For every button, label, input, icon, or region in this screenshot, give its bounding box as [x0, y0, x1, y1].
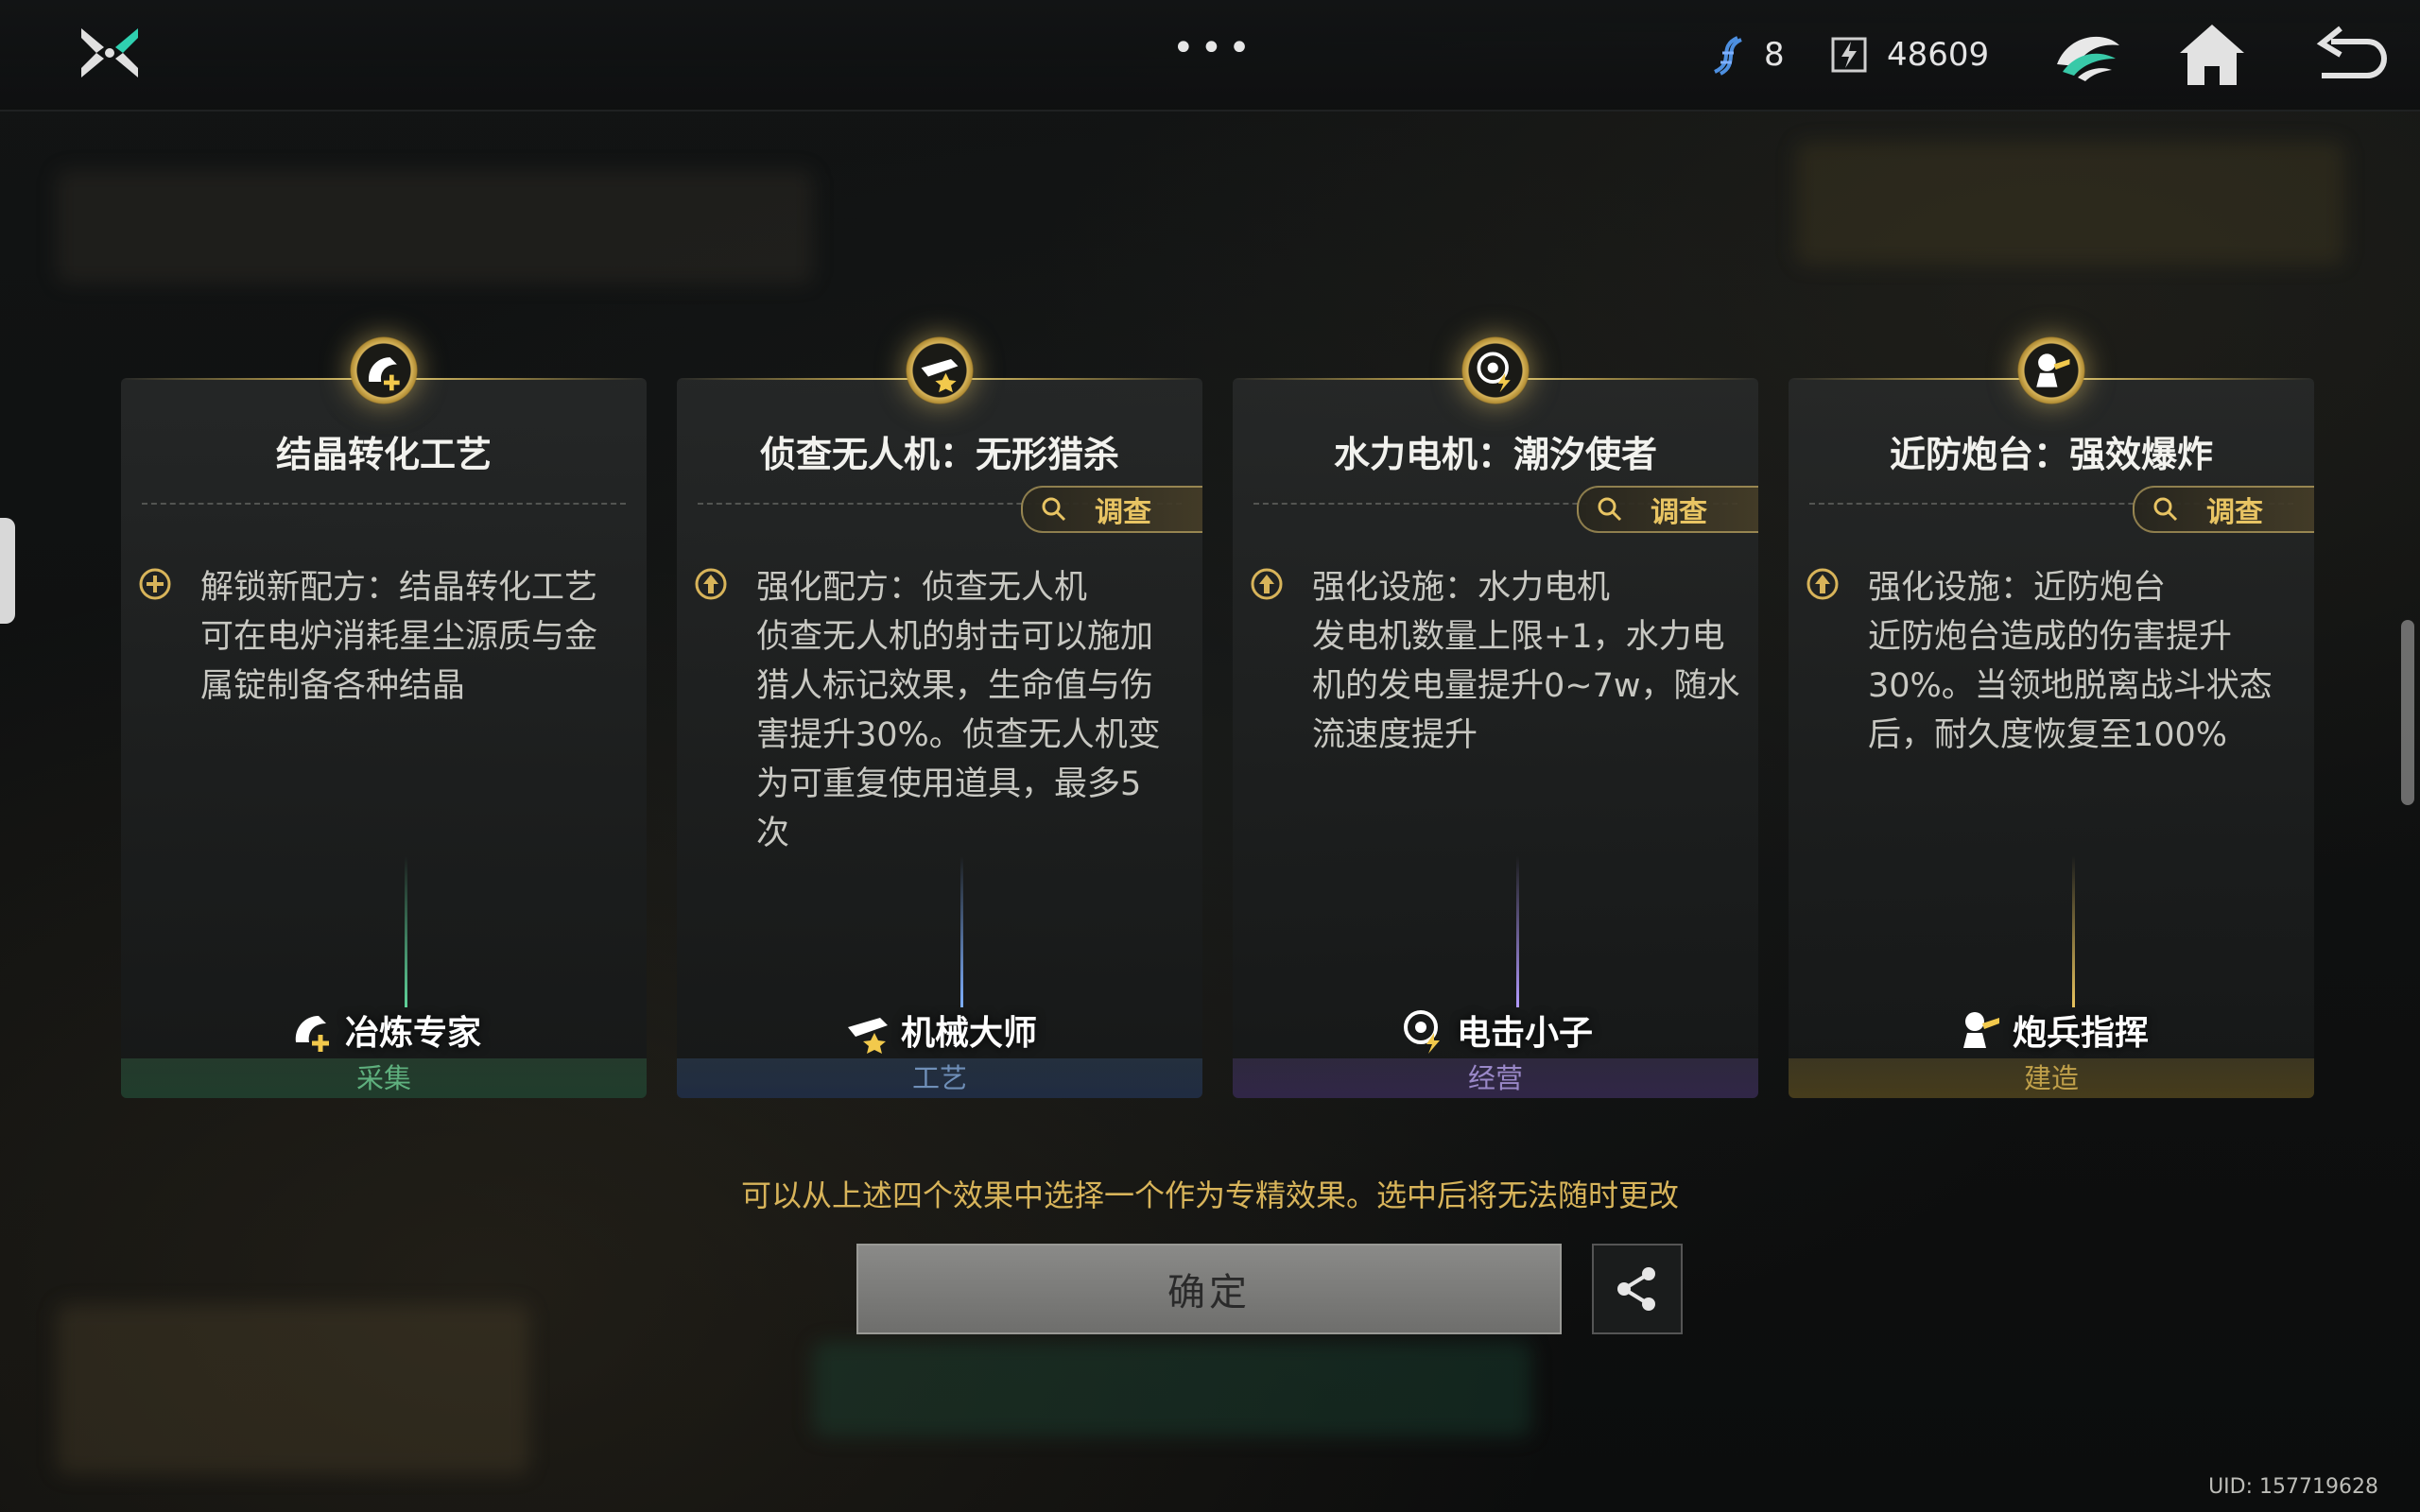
specialization-card[interactable]: 水力电机：潮汐使者 调查 强化设施：水力电机 发电机数量上限+1，水力电 机的发… — [1233, 378, 1758, 1098]
specialization-card[interactable]: 近防炮台：强效爆炸 调查 强化设施：近防炮台 近防炮台造成的伤害提升 30%。当… — [1789, 378, 2314, 1098]
effect-description: 强化设施：水力电机 发电机数量上限+1，水力电 机的发电量提升0~7w，随水 流… — [1312, 569, 1740, 754]
side-drawer-handle[interactable] — [0, 518, 15, 624]
card-emblem — [906, 336, 974, 404]
resource-dna: 8 — [1707, 28, 1785, 81]
smelting-expert-icon — [369, 357, 400, 391]
dna-icon — [1714, 36, 1742, 76]
confirm-button[interactable]: 确定 — [856, 1244, 1562, 1334]
specialist-name: 炮兵指挥 — [2012, 1014, 2149, 1053]
upgrade-arrow-icon — [695, 568, 727, 600]
dna-count: 8 — [1764, 36, 1785, 74]
specialization-card[interactable]: 侦查无人机：无形猎杀 调查 强化配方：侦查无人机 侦查无人机的射击可以施加 猎人… — [677, 378, 1202, 1098]
specialist-light-beam — [960, 856, 963, 1007]
category-label: 采集 — [121, 1058, 647, 1098]
electric-kid-icon — [1403, 1010, 1440, 1054]
upgrade-arrow-icon — [1806, 568, 1839, 600]
more-options-button[interactable]: ••• — [1172, 26, 1256, 70]
category-label: 建造 — [1789, 1058, 2314, 1098]
scrollbar[interactable] — [2401, 620, 2414, 805]
specialization-card[interactable]: 结晶转化工艺 解锁新配方：结晶转化工艺 可在电炉消耗星尘源质与金 属锭制备各种结… — [121, 378, 647, 1098]
card-title: 结晶转化工艺 — [275, 434, 492, 475]
user-id: UID: 157719628 — [2208, 1475, 2378, 1499]
share-icon — [1617, 1267, 1655, 1311]
share-button[interactable] — [1592, 1244, 1683, 1334]
magnifier-icon — [1598, 497, 1622, 522]
app-logo-icon[interactable] — [76, 19, 144, 87]
top-bar: ••• 8 48609 — [0, 0, 2420, 112]
specialist-light-beam — [405, 856, 407, 1007]
effect-description: 强化配方：侦查无人机 侦查无人机的射击可以施加 猎人标记效果，生命值与伤 害提升… — [756, 569, 1161, 852]
card-emblem — [2017, 336, 2085, 404]
specialist-label: 冶炼专家 — [121, 1002, 647, 1058]
specialist-label: 机械大师 — [677, 1002, 1202, 1058]
card-title: 侦查无人机：无形猎杀 — [759, 434, 1119, 475]
investigate-button[interactable]: 调查 — [1021, 486, 1202, 533]
magnifier-icon — [1042, 497, 1066, 522]
specialist-name: 机械大师 — [900, 1014, 1037, 1053]
specialist-label: 炮兵指挥 — [1789, 1002, 2314, 1058]
investigate-label: 调查 — [1651, 496, 1707, 529]
mechanic-master-icon — [847, 1018, 888, 1054]
card-emblem — [350, 336, 418, 404]
investigate-button[interactable]: 调查 — [2133, 486, 2314, 533]
resource-energy: 48609 — [1830, 28, 1989, 81]
investigate-button[interactable]: 调查 — [1577, 486, 1758, 533]
card-title: 水力电机：潮汐使者 — [1333, 434, 1657, 475]
mechanic-master-icon — [921, 358, 959, 393]
specialist-name: 电击小子 — [1456, 1014, 1593, 1053]
category-label: 经营 — [1233, 1058, 1758, 1098]
electric-kid-icon — [1477, 352, 1511, 393]
upgrade-arrow-icon — [1251, 568, 1283, 600]
investigate-label: 调查 — [1095, 496, 1151, 529]
faction-emblem-icon[interactable] — [2049, 17, 2125, 93]
artillery-commander-icon — [1962, 1012, 1999, 1048]
specialist-light-beam — [2072, 856, 2075, 1007]
back-icon[interactable] — [2312, 17, 2388, 93]
home-icon[interactable] — [2174, 17, 2250, 93]
card-divider — [142, 503, 626, 505]
specialist-light-beam — [1516, 856, 1519, 1007]
selection-notice: 可以从上述四个效果中选择一个作为专精效果。选中后将无法随时更改 — [740, 1177, 1679, 1213]
effect-description: 强化设施：近防炮台 近防炮台造成的伤害提升 30%。当领地脱离战斗状态 后，耐久… — [1868, 569, 2273, 754]
card-title: 近防炮台：强效爆炸 — [1889, 434, 2213, 475]
artillery-commander-icon — [2036, 353, 2070, 387]
smelting-expert-icon — [295, 1016, 329, 1052]
card-emblem — [1461, 336, 1530, 404]
magnifier-icon — [2153, 497, 2178, 522]
energy-icon — [1831, 37, 1867, 73]
energy-count: 48609 — [1887, 36, 1990, 74]
investigate-label: 调查 — [2206, 496, 2263, 529]
effect-description: 解锁新配方：结晶转化工艺 可在电炉消耗星尘源质与金 属锭制备各种结晶 — [200, 569, 598, 705]
category-label: 工艺 — [677, 1058, 1202, 1098]
specialist-name: 冶炼专家 — [344, 1014, 481, 1053]
unlock-plus-icon — [139, 568, 171, 600]
specialist-label: 电击小子 — [1233, 1002, 1758, 1058]
